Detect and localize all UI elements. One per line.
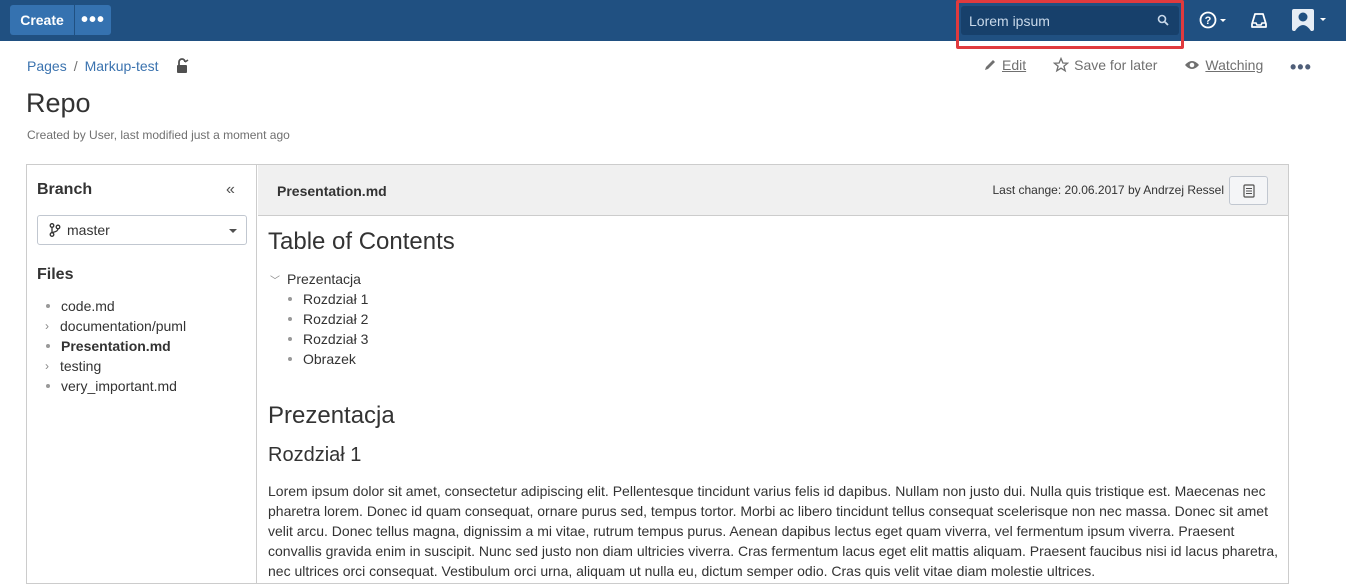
file-header: Presentation.md Last change: 20.06.2017 … [258, 165, 1288, 216]
bullet-icon [288, 317, 292, 321]
file-list: code.md › documentation/puml Presentation… [45, 296, 186, 396]
view-source-button[interactable] [1229, 176, 1268, 205]
chevron-down-icon[interactable]: ﹀ [268, 272, 287, 287]
svg-text:?: ? [1205, 15, 1212, 27]
unlock-icon[interactable] [176, 58, 190, 74]
toc-link[interactable]: Rozdział 1 [303, 291, 368, 307]
paragraph: Lorem ipsum dolor sit amet, consectetur … [268, 483, 1279, 579]
file-name: very_important.md [61, 378, 177, 394]
file-title: Presentation.md [277, 183, 387, 199]
page-metadata: Created by User, last modified just a mo… [27, 128, 290, 142]
branch-select[interactable]: master [37, 215, 247, 245]
pencil-icon [985, 60, 995, 70]
edit-button[interactable]: Edit [983, 57, 1026, 73]
file-item[interactable]: code.md [45, 296, 186, 316]
breadcrumb-pages-link[interactable]: Pages [27, 58, 67, 74]
file-name: code.md [61, 298, 115, 314]
search-highlight-outline [956, 0, 1184, 49]
toc-link[interactable]: Rozdział 2 [303, 311, 368, 327]
bullet-icon [46, 304, 50, 308]
breadcrumb-separator: / [73, 58, 78, 74]
bullet-icon [46, 344, 50, 348]
folder-name: documentation/puml [60, 318, 187, 334]
bullet-icon [288, 297, 292, 301]
heading-2: Rozdział 1 [268, 444, 362, 466]
markdown-document: Table of Contents ﹀ Prezentacja Rozdział … [268, 228, 1278, 581]
table-of-contents: ﹀ Prezentacja Rozdział 1 Rozdział 2 Rozdz… [268, 269, 1278, 369]
page-title: Repo [26, 88, 91, 118]
folder-item[interactable]: › documentation/puml [45, 316, 186, 336]
heading-1: Prezentacja [268, 402, 395, 429]
toc-item[interactable]: ﹀ Prezentacja [268, 269, 1278, 289]
breadcrumb: Pages / Markup-test [27, 58, 190, 74]
last-change-date: 20.06.2017 [1064, 183, 1125, 197]
watching-label: Watching [1205, 57, 1264, 73]
toc-item[interactable]: Obrazek [268, 349, 1278, 369]
save-for-later-label: Save for later [1074, 57, 1158, 73]
eye-icon [1185, 61, 1200, 69]
chevron-down-icon [229, 229, 237, 233]
bullet-icon [288, 357, 292, 361]
edit-label: Edit [1002, 57, 1027, 73]
help-icon[interactable]: ? [1198, 9, 1230, 31]
create-more-button[interactable]: ••• [75, 5, 111, 35]
star-icon [1053, 57, 1070, 73]
repository-panel: Branch « master Files code.md › documenta… [26, 164, 1289, 584]
toc-item[interactable]: Rozdział 1 [268, 289, 1278, 309]
bullet-icon [288, 337, 292, 341]
last-change-info: Last change: 20.06.2017 by Andrzej Resse… [992, 183, 1224, 197]
branch-value: master [67, 222, 110, 238]
page-actions: Edit Save for later Watching [983, 57, 1290, 73]
watching-button[interactable]: Watching [1184, 57, 1263, 73]
create-button[interactable]: Create [10, 5, 74, 35]
file-name: Presentation.md [61, 338, 171, 354]
folder-name: testing [60, 358, 102, 374]
toc-link[interactable]: Rozdział 3 [303, 331, 368, 347]
toc-link[interactable]: Prezentacja [287, 271, 361, 287]
user-avatar-icon[interactable] [1292, 8, 1330, 32]
last-change-label: Last change: [992, 183, 1062, 197]
files-title: Files [37, 266, 74, 283]
by-label: by [1127, 183, 1141, 197]
toc-item[interactable]: Rozdział 2 [268, 309, 1278, 329]
file-item[interactable]: very_important.md [45, 376, 186, 396]
top-navigation-bar: Create ••• ? [0, 0, 1346, 49]
save-for-later-button[interactable]: Save for later [1053, 57, 1157, 73]
branch-title: Branch [37, 181, 93, 198]
folder-item[interactable]: › testing [45, 356, 186, 376]
chevron-right-icon[interactable]: › [45, 319, 60, 333]
notifications-icon[interactable] [1249, 10, 1269, 30]
document-icon [1242, 183, 1255, 198]
repository-sidebar: Branch « master Files code.md › documenta… [27, 165, 257, 583]
author-name: Andrzej Ressel [1143, 183, 1224, 197]
file-content: Presentation.md Last change: 20.06.2017 … [258, 165, 1288, 583]
file-item-active[interactable]: Presentation.md [45, 336, 186, 356]
toc-link[interactable]: Obrazek [303, 351, 356, 367]
toc-title: Table of Contents [268, 228, 455, 255]
toc-item[interactable]: Rozdział 3 [268, 329, 1278, 349]
collapse-sidebar-icon[interactable]: « [226, 181, 235, 199]
bullet-icon [46, 384, 50, 388]
branch-icon [49, 223, 61, 237]
more-actions-button[interactable]: ••• [1290, 57, 1311, 77]
breadcrumb-markup-test-link[interactable]: Markup-test [85, 58, 159, 74]
chevron-right-icon[interactable]: › [45, 359, 60, 373]
